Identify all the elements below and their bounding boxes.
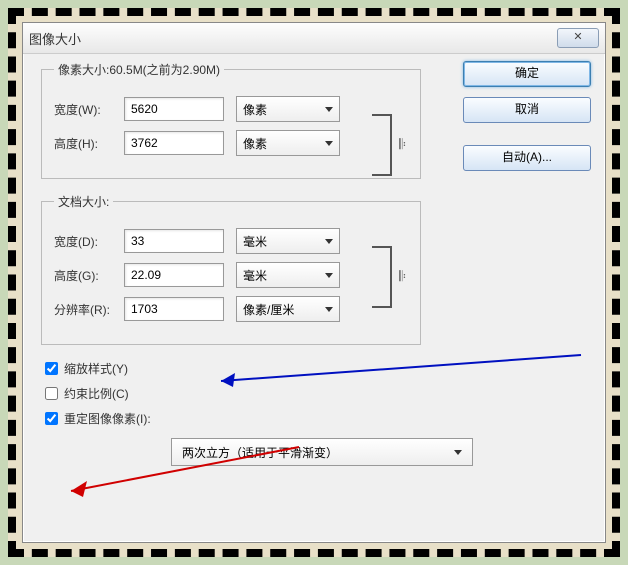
interpolation-select[interactable]: 两次立方（适用于平滑渐变） <box>171 438 473 466</box>
pixel-height-unit-label: 像素 <box>243 135 267 152</box>
scale-styles-checkbox[interactable] <box>45 362 58 375</box>
resolution-label: 分辨率(R): <box>54 301 124 318</box>
resolution-unit-select[interactable]: 像素/厘米 <box>236 296 340 322</box>
resample-checkbox[interactable] <box>45 412 58 425</box>
resample-text: 重定图像像素(I): <box>64 410 151 427</box>
chevron-down-icon <box>325 239 333 244</box>
interpolation-label: 两次立方（适用于平滑渐变） <box>182 444 338 461</box>
chevron-down-icon <box>325 141 333 146</box>
scale-styles-text: 缩放样式(Y) <box>64 360 128 377</box>
image-size-dialog: 图像大小 ✕ 确定 取消 自动(A)... 像素大小:60.5M(之前为2.90… <box>22 22 606 543</box>
chevron-down-icon <box>325 307 333 312</box>
pixel-width-input[interactable] <box>124 97 224 121</box>
doc-width-label: 宽度(D): <box>54 233 124 250</box>
link-bracket-icon <box>372 246 392 308</box>
decorative-frame: 图像大小 ✕ 确定 取消 自动(A)... 像素大小:60.5M(之前为2.90… <box>8 8 620 557</box>
auto-button[interactable]: 自动(A)... <box>463 145 591 171</box>
pixel-dimensions-group: 像素大小:60.5M(之前为2.90M) 宽度(W): 像素 高度(H): <box>41 61 421 179</box>
pixel-height-input[interactable] <box>124 131 224 155</box>
titlebar: 图像大小 ✕ <box>23 23 605 54</box>
constrain-text: 约束比例(C) <box>64 385 129 402</box>
resample-checkbox-label[interactable]: 重定图像像素(I): <box>41 409 587 428</box>
options-group: 缩放样式(Y) 约束比例(C) 重定图像像素(I): <box>41 359 587 428</box>
doc-width-unit-label: 毫米 <box>243 233 267 250</box>
doc-height-label: 高度(G): <box>54 267 124 284</box>
pixel-height-unit-select[interactable]: 像素 <box>236 130 340 156</box>
chain-link-icon: 𝄆 <box>399 136 406 153</box>
resolution-input[interactable] <box>124 297 224 321</box>
chevron-down-icon <box>325 107 333 112</box>
doc-width-unit-select[interactable]: 毫米 <box>236 228 340 254</box>
pixel-width-label: 宽度(W): <box>54 101 124 118</box>
button-column: 确定 取消 自动(A)... <box>463 61 591 171</box>
doc-height-unit-select[interactable]: 毫米 <box>236 262 340 288</box>
doc-height-input[interactable] <box>124 263 224 287</box>
window-close-button[interactable]: ✕ <box>557 28 599 48</box>
cancel-button[interactable]: 取消 <box>463 97 591 123</box>
chevron-down-icon <box>454 450 462 455</box>
resolution-unit-label: 像素/厘米 <box>243 301 294 318</box>
chain-link-icon: 𝄆 <box>399 268 406 285</box>
doc-height-unit-label: 毫米 <box>243 267 267 284</box>
doc-width-input[interactable] <box>124 229 224 253</box>
dialog-content: 确定 取消 自动(A)... 像素大小:60.5M(之前为2.90M) 宽度(W… <box>41 61 587 530</box>
window-title: 图像大小 <box>29 29 557 48</box>
document-size-legend: 文档大小: <box>54 193 113 210</box>
link-bracket-icon <box>372 114 392 176</box>
pixel-dimensions-legend: 像素大小:60.5M(之前为2.90M) <box>54 61 224 78</box>
pixel-height-label: 高度(H): <box>54 135 124 152</box>
pixel-width-unit-select[interactable]: 像素 <box>236 96 340 122</box>
constrain-checkbox-label[interactable]: 约束比例(C) <box>41 384 587 403</box>
document-size-group: 文档大小: 宽度(D): 毫米 高度(G): 毫米 <box>41 193 421 345</box>
chevron-down-icon <box>325 273 333 278</box>
pixel-width-unit-label: 像素 <box>243 101 267 118</box>
ok-button[interactable]: 确定 <box>463 61 591 87</box>
constrain-checkbox[interactable] <box>45 387 58 400</box>
scale-styles-checkbox-label[interactable]: 缩放样式(Y) <box>41 359 587 378</box>
